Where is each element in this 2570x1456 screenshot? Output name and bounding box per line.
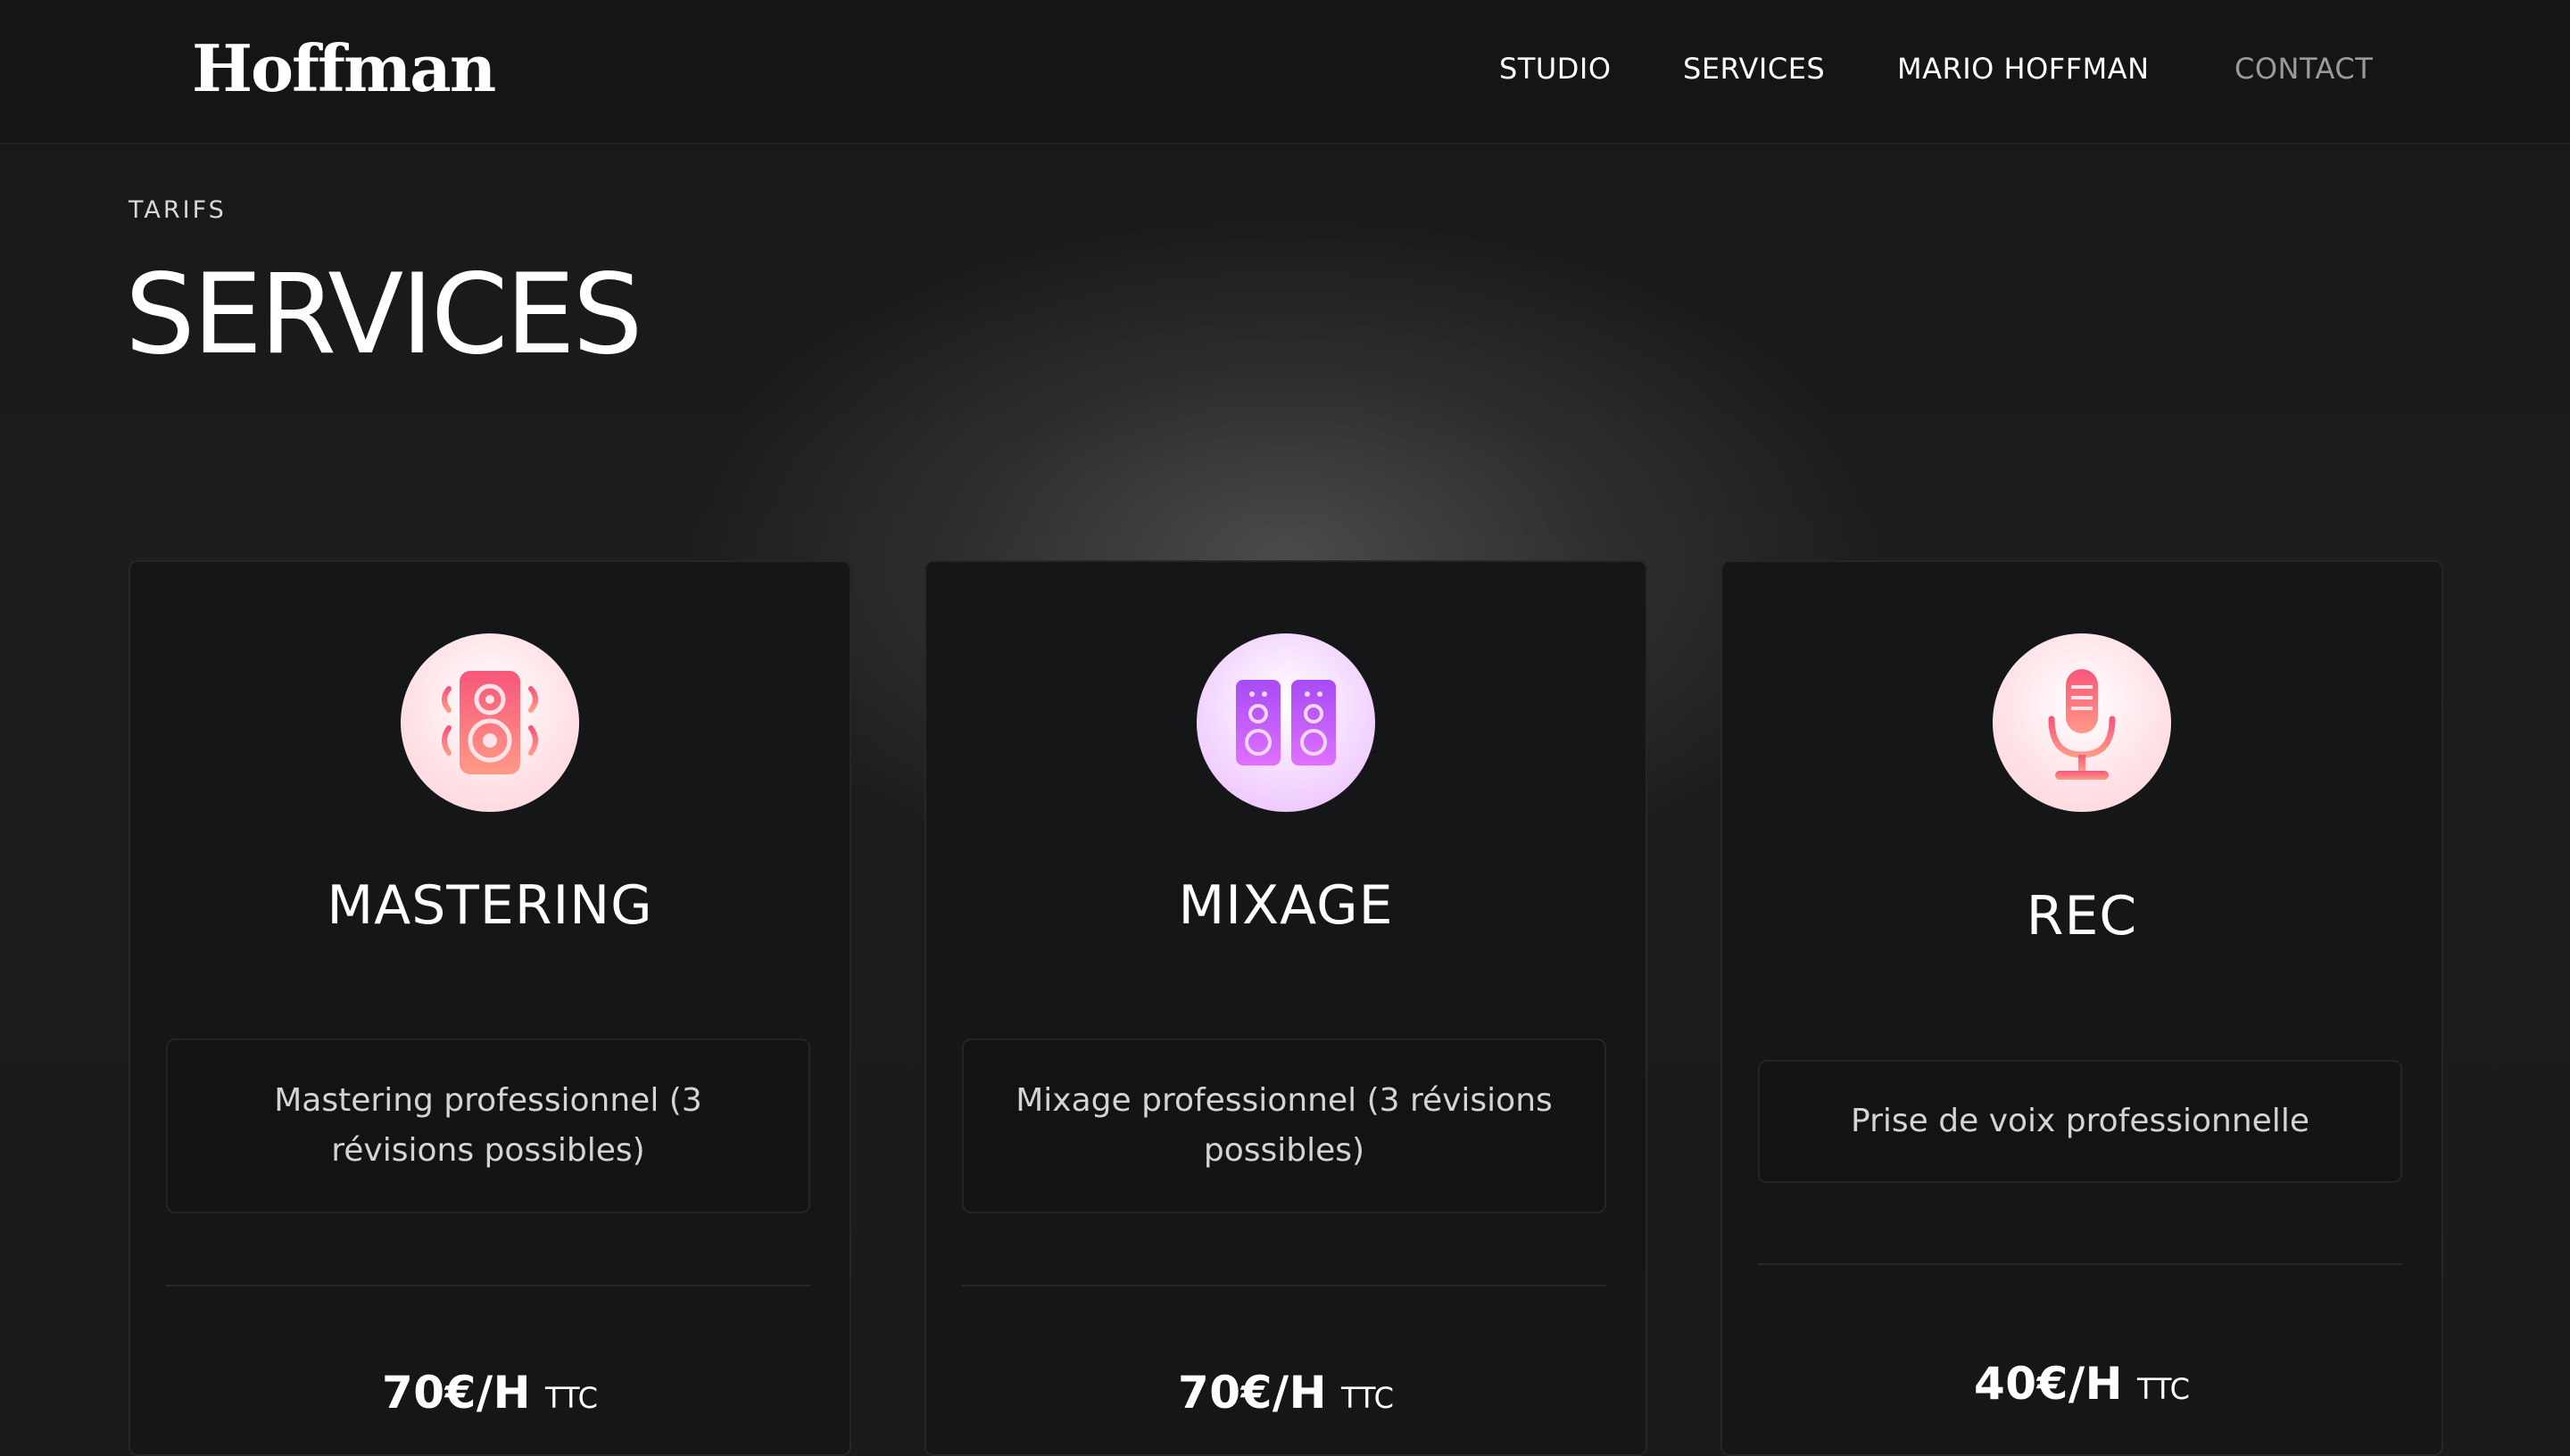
icon-badge: [401, 633, 579, 812]
microphone-icon: [2048, 669, 2116, 780]
page-title: SERVICES: [125, 251, 642, 379]
price: 70€/H: [382, 1367, 531, 1419]
icon-badge: [1197, 633, 1375, 812]
speaker-icon: [442, 671, 538, 774]
card-title: MASTERING: [327, 874, 653, 937]
divider: [1758, 1263, 2402, 1265]
card-description: Mastering professionnel (3 révisions pos…: [274, 1082, 702, 1169]
price: 40€/H: [1974, 1358, 2123, 1410]
site-header: Hoffman STUDIO SERVICES MARIO HOFFMAN CO…: [0, 0, 2570, 145]
tax-label: TTC: [2136, 1372, 2190, 1406]
description-box: Prise de voix professionnelle: [1758, 1060, 2402, 1183]
nav-link-services[interactable]: SERVICES: [1683, 52, 1825, 86]
divider: [166, 1285, 810, 1286]
tax-label: TTC: [544, 1381, 598, 1415]
description-box: Mixage professionnel (3 révisions possib…: [962, 1038, 1606, 1213]
card-description: Mixage professionnel (3 révisions possib…: [1016, 1082, 1553, 1169]
icon-badge: [1993, 633, 2171, 812]
service-card-mastering: MASTERING Mastering professionnel (3 rév…: [128, 560, 851, 1456]
twin-speakers-icon: [1236, 680, 1336, 765]
divider: [962, 1285, 1606, 1286]
card-title: MIXAGE: [1178, 874, 1394, 937]
description-box: Mastering professionnel (3 révisions pos…: [166, 1038, 810, 1213]
section-eyebrow: TARIFS: [128, 196, 227, 224]
price-row: 70€/H TTC: [926, 1367, 1646, 1419]
service-card-mixage: MIXAGE Mixage professionnel (3 révisions…: [924, 560, 1647, 1456]
tax-label: TTC: [1340, 1381, 1394, 1415]
price: 70€/H: [1178, 1367, 1327, 1419]
nav-link-contact[interactable]: CONTACT: [2234, 52, 2373, 86]
price-row: 40€/H TTC: [1722, 1358, 2442, 1410]
price-row: 70€/H TTC: [130, 1367, 850, 1419]
service-card-rec: REC Prise de voix professionnelle 40€/H T…: [1720, 560, 2443, 1456]
nav-link-mario-hoffman[interactable]: MARIO HOFFMAN: [1897, 52, 2150, 86]
card-description: Prise de voix professionnelle: [1851, 1103, 2309, 1139]
card-title: REC: [2026, 885, 2138, 947]
nav-link-studio[interactable]: STUDIO: [1499, 52, 1612, 86]
logo[interactable]: Hoffman: [192, 30, 496, 106]
